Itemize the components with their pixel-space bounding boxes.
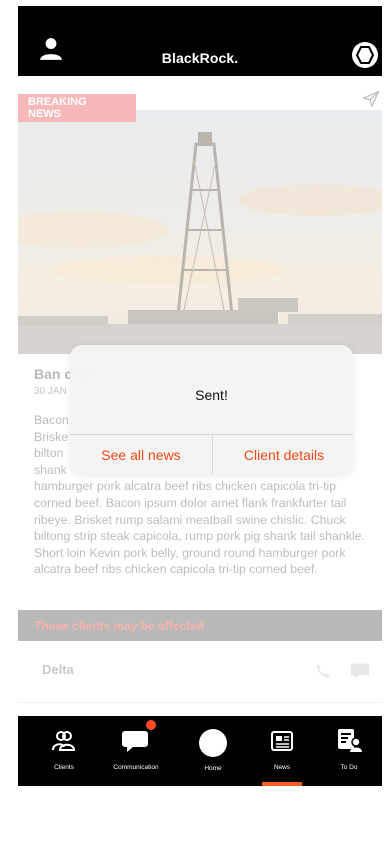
notification-badge [146, 720, 156, 730]
nav-label-news: News [273, 764, 291, 771]
article-hero: BREAKING NEWS [18, 88, 382, 354]
client-details-button[interactable]: Client details [213, 435, 353, 475]
nav-label-clients: Clients [54, 764, 74, 771]
nav-todo[interactable]: To Do [328, 716, 370, 786]
phone-icon[interactable] [314, 662, 332, 680]
communication-icon [122, 731, 148, 752]
article-date: 30 JAN [34, 386, 67, 397]
chat-icon[interactable] [350, 662, 370, 680]
breaking-badge-line2: NEWS [28, 108, 61, 120]
client-name: Delta [42, 662, 74, 677]
screen: BlackRock. BREAKING NEWS Ban c op 30 JAN… [0, 0, 384, 851]
home-icon [199, 729, 227, 757]
oil-rig-image [18, 110, 382, 354]
hexagon-menu-icon[interactable] [351, 41, 379, 69]
affected-clients-header: These clients may be affected [18, 610, 382, 641]
nav-home[interactable]: Home [186, 716, 240, 786]
article-body-text: hamburger pork alcatra beef ribs chicken… [34, 479, 365, 577]
todo-icon [338, 729, 362, 752]
nav-communication[interactable]: Communication [102, 716, 170, 786]
sent-dialog: Sent! See all news Client details [70, 345, 353, 475]
breaking-news-badge: BREAKING NEWS [18, 94, 136, 122]
breaking-badge-line1: BREAKING [28, 96, 87, 108]
nav-news[interactable]: News [262, 716, 302, 786]
client-row[interactable]: Delta [18, 642, 382, 703]
app-header: BlackRock. [18, 6, 382, 76]
see-all-news-button[interactable]: See all news [70, 435, 212, 475]
clients-icon [52, 731, 76, 751]
news-icon [271, 731, 293, 751]
nav-label-communication: Communication [113, 764, 159, 771]
brand-logo: BlackRock. [161, 50, 239, 66]
send-icon[interactable] [362, 90, 380, 108]
nav-active-indicator [262, 782, 302, 786]
nav-clients[interactable]: Clients [36, 716, 92, 786]
affected-clients-label: These clients may be affected [34, 619, 205, 633]
nav-label-todo: To Do [340, 764, 358, 771]
dialog-title: Sent! [195, 387, 228, 403]
nav-label-home: Home [204, 765, 222, 772]
bottom-navigation: Clients Communication Home News To Do [18, 716, 382, 786]
